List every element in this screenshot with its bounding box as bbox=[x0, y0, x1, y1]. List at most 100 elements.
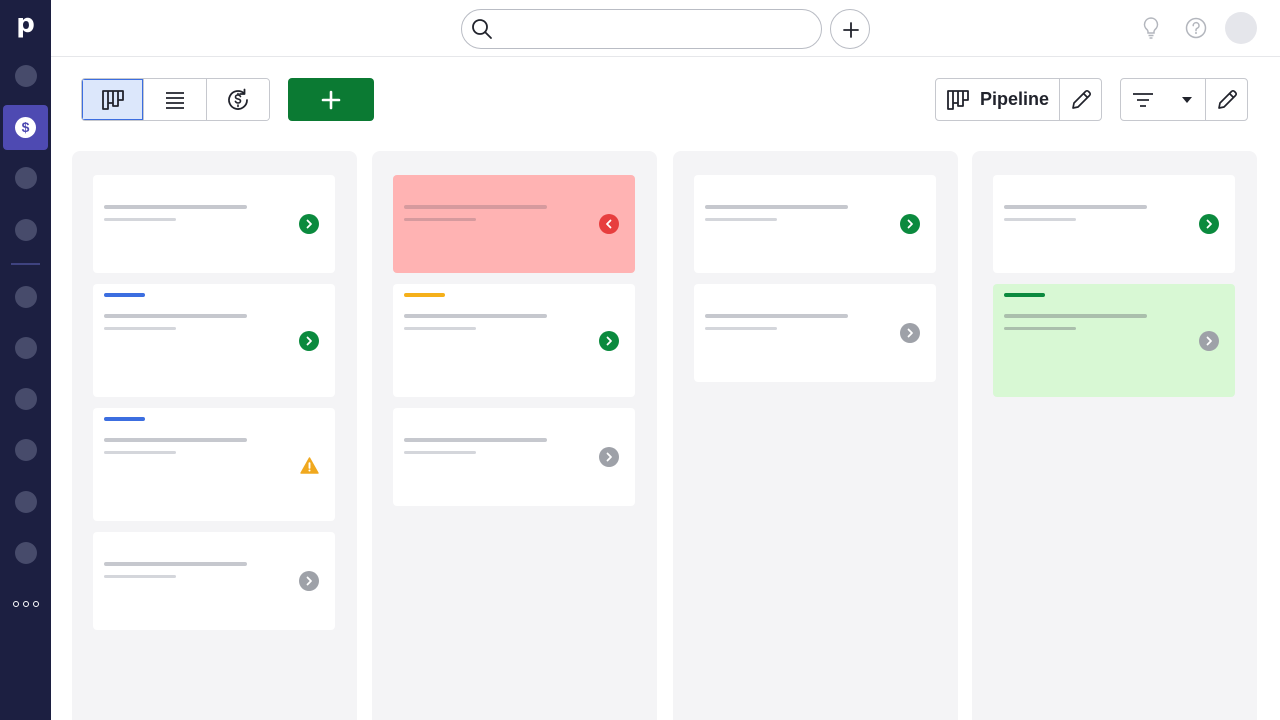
app-logo[interactable]: p bbox=[0, 8, 51, 40]
deal-card[interactable] bbox=[694, 284, 936, 382]
deal-status-indicator[interactable] bbox=[299, 455, 319, 475]
chevron-right-icon bbox=[1206, 219, 1212, 229]
deal-status-indicator[interactable] bbox=[299, 331, 319, 351]
deal-card[interactable] bbox=[393, 408, 635, 506]
deal-subtitle-placeholder bbox=[104, 327, 176, 330]
deal-status-indicator[interactable] bbox=[599, 214, 619, 234]
filter-icon bbox=[1133, 92, 1153, 107]
chevron-right-icon bbox=[907, 219, 913, 229]
deal-subtitle-placeholder bbox=[104, 451, 176, 454]
chevron-right-icon bbox=[306, 219, 312, 229]
nav-item-4[interactable] bbox=[15, 286, 37, 308]
deal-subtitle-placeholder bbox=[104, 218, 176, 221]
pipeline-view-button[interactable] bbox=[82, 79, 145, 120]
deal-card[interactable] bbox=[93, 408, 335, 521]
dollar-coin-icon: $ bbox=[15, 117, 36, 138]
deal-status-indicator[interactable] bbox=[1199, 331, 1219, 351]
chevron-right-icon bbox=[606, 336, 612, 346]
stage-column bbox=[372, 151, 657, 720]
deal-card[interactable] bbox=[993, 284, 1235, 397]
nav-item-8[interactable] bbox=[15, 491, 37, 513]
chevron-right-icon bbox=[606, 452, 612, 462]
deal-status-indicator[interactable] bbox=[900, 323, 920, 343]
edit-pipeline-button[interactable] bbox=[1060, 79, 1101, 120]
nav-item-2[interactable] bbox=[15, 167, 37, 189]
deal-subtitle-placeholder bbox=[705, 327, 777, 330]
nav-item-9[interactable] bbox=[15, 542, 37, 564]
nav-item-deals[interactable]: $ bbox=[3, 105, 48, 150]
deal-subtitle-placeholder bbox=[705, 218, 777, 221]
deal-subtitle-placeholder bbox=[404, 327, 476, 330]
nav-item-6[interactable] bbox=[15, 388, 37, 410]
more-icon[interactable] bbox=[13, 597, 39, 611]
add-deal-button[interactable] bbox=[288, 78, 374, 121]
deal-card[interactable] bbox=[93, 532, 335, 630]
deal-subtitle-placeholder bbox=[404, 451, 476, 454]
deal-subtitle-placeholder bbox=[1004, 218, 1076, 221]
deal-subtitle-placeholder bbox=[104, 575, 176, 578]
deal-status-indicator[interactable] bbox=[900, 214, 920, 234]
forecast-view-button[interactable] bbox=[206, 79, 269, 120]
deal-card[interactable] bbox=[93, 284, 335, 397]
stage-column bbox=[673, 151, 958, 720]
filter-button[interactable] bbox=[1121, 79, 1207, 120]
deal-subtitle-placeholder bbox=[1004, 327, 1076, 330]
lightbulb-icon[interactable] bbox=[1141, 16, 1161, 40]
deal-title-placeholder bbox=[705, 205, 848, 209]
label-stripe bbox=[104, 293, 145, 297]
deal-card[interactable] bbox=[993, 175, 1235, 273]
nav-item-3[interactable] bbox=[15, 219, 37, 241]
label-stripe bbox=[404, 293, 445, 297]
deal-subtitle-placeholder bbox=[404, 218, 476, 221]
nav-item-1[interactable] bbox=[15, 65, 37, 87]
deal-title-placeholder bbox=[104, 314, 247, 318]
plus-icon bbox=[321, 90, 341, 109]
plus-icon bbox=[843, 22, 859, 38]
nav-item-5[interactable] bbox=[15, 337, 37, 359]
deal-card[interactable] bbox=[393, 284, 635, 397]
pipeline-selector-group: Pipeline bbox=[935, 78, 1102, 121]
pipeline-selector[interactable]: Pipeline bbox=[936, 79, 1061, 120]
quick-add-button[interactable] bbox=[830, 9, 870, 49]
deal-title-placeholder bbox=[104, 205, 247, 209]
help-icon[interactable] bbox=[1185, 17, 1207, 39]
stage-column bbox=[972, 151, 1257, 720]
label-stripe bbox=[1004, 293, 1045, 297]
forecast-icon bbox=[228, 88, 248, 110]
deal-status-indicator[interactable] bbox=[299, 214, 319, 234]
deal-status-indicator[interactable] bbox=[1199, 214, 1219, 234]
kanban-icon bbox=[947, 89, 969, 110]
pipeline-label: Pipeline bbox=[980, 89, 1050, 109]
search-input[interactable] bbox=[461, 9, 822, 49]
warning-icon bbox=[299, 456, 319, 474]
deal-title-placeholder bbox=[104, 562, 247, 566]
nav-item-7[interactable] bbox=[15, 439, 37, 461]
chevron-right-icon bbox=[306, 336, 312, 346]
list-view-button[interactable] bbox=[144, 79, 207, 120]
pencil-icon bbox=[1071, 89, 1091, 109]
topbar bbox=[51, 0, 1280, 57]
nav-divider bbox=[11, 263, 40, 265]
stage-column bbox=[72, 151, 357, 720]
user-avatar[interactable] bbox=[1225, 12, 1257, 44]
pencil-icon bbox=[1217, 89, 1237, 109]
search-icon bbox=[472, 19, 492, 39]
deal-title-placeholder bbox=[404, 314, 547, 318]
label-stripe bbox=[104, 417, 145, 421]
deal-status-indicator[interactable] bbox=[599, 447, 619, 467]
chevron-left-icon bbox=[606, 219, 612, 229]
deal-title-placeholder bbox=[404, 438, 547, 442]
deal-title-placeholder bbox=[705, 314, 848, 318]
kanban-icon bbox=[101, 89, 124, 110]
deal-card[interactable] bbox=[694, 175, 936, 273]
deal-title-placeholder bbox=[1004, 314, 1147, 318]
chevron-right-icon bbox=[306, 576, 312, 586]
deal-status-indicator[interactable] bbox=[599, 331, 619, 351]
deal-card[interactable] bbox=[393, 175, 635, 273]
deal-card[interactable] bbox=[93, 175, 335, 273]
sidebar: p $ bbox=[0, 0, 51, 720]
edit-filter-button[interactable] bbox=[1206, 79, 1247, 120]
list-icon bbox=[166, 91, 185, 109]
deal-status-indicator[interactable] bbox=[299, 571, 319, 591]
view-switcher bbox=[81, 78, 270, 121]
